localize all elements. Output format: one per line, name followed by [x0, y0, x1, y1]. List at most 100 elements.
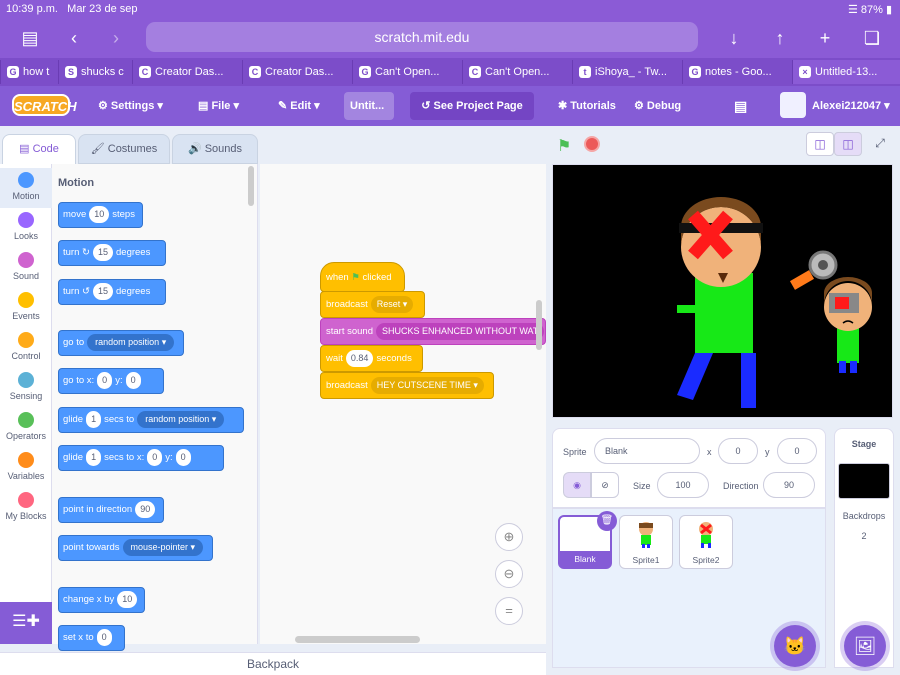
script-start-sound[interactable]: start sound SHUCKS ENHANCED WITHOUT WAT: [320, 318, 546, 345]
sprite-name-input[interactable]: Blank: [594, 438, 700, 464]
forward-icon[interactable]: ›: [104, 26, 128, 50]
choose-sprite-button[interactable]: 🐱: [774, 625, 816, 667]
script-wait[interactable]: wait 0.84 seconds: [320, 345, 423, 372]
category-control[interactable]: Control: [0, 328, 52, 368]
backdrop-thumbnail: [838, 463, 890, 499]
broadcast-message-dropdown[interactable]: HEY CUTSCENE TIME ▾: [370, 376, 484, 394]
category-my-blocks[interactable]: My Blocks: [0, 488, 52, 528]
script-broadcast-cutscene[interactable]: broadcast HEY CUTSCENE TIME ▾: [320, 372, 494, 399]
tab-sounds[interactable]: 🔊 Sounds: [172, 134, 258, 164]
fullscreen-icon[interactable]: ⤢: [866, 132, 894, 156]
block-glide-to[interactable]: glide 1 secs to random position ▾: [58, 407, 244, 433]
status-battery: ☰ 87% ▮: [847, 4, 892, 16]
backpack[interactable]: Backpack: [0, 652, 546, 675]
tab-favicon: S: [65, 66, 77, 78]
tab-code[interactable]: ▤ Code: [2, 134, 76, 166]
browser-tab[interactable]: G Can't Open...: [352, 60, 460, 84]
address-bar[interactable]: scratch.mit.edu: [146, 22, 698, 52]
browser-tab[interactable]: C Can't Open...: [462, 60, 570, 84]
palette-scrollbar[interactable]: [248, 166, 254, 206]
browser-tab[interactable]: t iShoya_ - Tw...: [572, 60, 680, 84]
delete-sprite-icon[interactable]: 🗑: [597, 511, 617, 531]
direction-input[interactable]: 90: [763, 472, 815, 498]
hide-sprite-eye-icon[interactable]: ⊘: [591, 472, 619, 498]
edit-menu[interactable]: ✎ Edit ▾: [278, 86, 320, 126]
browser-tab[interactable]: Sshucks c: [58, 60, 130, 84]
browser-tab[interactable]: C Creator Das...: [242, 60, 350, 84]
browser-tab[interactable]: C Creator Das...: [132, 60, 240, 84]
block-point-in-direction[interactable]: point in direction 90: [58, 497, 164, 523]
share-icon[interactable]: ↑: [768, 26, 792, 50]
script-hat-when-flag-clicked[interactable]: when ⚑ clicked: [320, 262, 405, 292]
stop-button[interactable]: [584, 136, 600, 152]
browser-tab[interactable]: Ghow t: [0, 60, 56, 84]
tabs-overview-icon[interactable]: ❏: [860, 26, 884, 50]
status-time: 10:39 p.m. Mar 23 de sep: [6, 3, 138, 15]
choose-backdrop-button[interactable]: 🖼: [844, 625, 886, 667]
block-glide-xy[interactable]: glide 1 secs to x: 0 y: 0: [58, 445, 224, 471]
project-title-input[interactable]: Untit...: [344, 92, 394, 120]
block-turn-right[interactable]: turn ↻ 15 degrees: [58, 240, 166, 266]
scratch-logo[interactable]: SCRATCH: [12, 94, 77, 116]
add-extension-button[interactable]: ☰✚: [0, 602, 52, 644]
rotate-left-icon: ↺: [82, 286, 90, 297]
category-motion[interactable]: Motion: [0, 168, 52, 208]
category-sensing[interactable]: Sensing: [0, 368, 52, 408]
stage-sprite-main-character: [677, 197, 763, 408]
x-input[interactable]: 0: [718, 438, 758, 464]
sidebar-icon[interactable]: ▤: [18, 26, 42, 50]
account-username[interactable]: Alexei212047 ▾: [812, 86, 890, 126]
browser-tab-active[interactable]: × Untitled-13...: [792, 60, 900, 84]
back-icon[interactable]: ‹: [62, 26, 86, 50]
y-input[interactable]: 0: [777, 438, 817, 464]
show-sprite-eye-icon[interactable]: ◉: [563, 472, 591, 498]
script-broadcast-reset[interactable]: broadcast Reset ▾: [320, 291, 425, 318]
green-flag-icon: ⚑: [351, 272, 360, 283]
stage-scene: [677, 197, 872, 408]
block-turn-left[interactable]: turn ↺ 15 degrees: [58, 279, 166, 305]
settings-menu[interactable]: ⚙ Settings ▾: [98, 86, 163, 126]
small-stage-button[interactable]: ◫: [806, 132, 834, 156]
block-point-towards[interactable]: point towards mouse-pointer ▾: [58, 535, 213, 561]
glide-target-dropdown[interactable]: random position ▾: [137, 410, 225, 428]
zoom-reset-button[interactable]: =: [495, 597, 523, 625]
size-input[interactable]: 100: [657, 472, 709, 498]
workspace-horizontal-scrollbar[interactable]: [295, 636, 420, 643]
green-flag-button[interactable]: ⚑: [557, 136, 571, 156]
category-events[interactable]: Events: [0, 288, 52, 328]
block-go-to-xy[interactable]: go to x: 0 y: 0: [58, 368, 164, 394]
goto-target-dropdown[interactable]: random position ▾: [87, 333, 175, 351]
broadcast-message-dropdown[interactable]: Reset ▾: [370, 295, 414, 313]
tab-costumes[interactable]: 🖌 Costumes: [78, 134, 170, 164]
new-tab-icon[interactable]: +: [813, 26, 837, 50]
sprite-tile-sprite1[interactable]: Sprite1: [619, 515, 673, 569]
point-towards-dropdown[interactable]: mouse-pointer ▾: [122, 538, 204, 556]
tutorials-button[interactable]: ✱ Tutorials: [558, 86, 616, 126]
tab-favicon: G: [689, 66, 701, 78]
category-variables[interactable]: Variables: [0, 448, 52, 488]
close-tab-icon[interactable]: ×: [799, 66, 811, 78]
category-sound[interactable]: Sound: [0, 248, 52, 288]
browser-tab[interactable]: Gnotes - Goo...: [682, 60, 790, 84]
avatar[interactable]: [780, 92, 806, 118]
file-menu[interactable]: ▤ File ▾: [198, 86, 239, 126]
debug-button[interactable]: ⚙ Debug: [634, 86, 681, 126]
category-operators[interactable]: Operators: [0, 408, 52, 448]
block-set-x[interactable]: set x to 0: [58, 625, 125, 651]
sprite-tile-sprite2[interactable]: Sprite2: [679, 515, 733, 569]
block-go-to[interactable]: go to random position ▾: [58, 330, 184, 356]
category-looks[interactable]: Looks: [0, 208, 52, 248]
workspace-scrollbar[interactable]: [536, 300, 542, 350]
my-stuff-icon[interactable]: ▤: [734, 86, 747, 126]
stage-canvas[interactable]: [552, 164, 893, 418]
palette-category-title: Motion: [58, 177, 95, 189]
zoom-out-button[interactable]: ⊖: [495, 560, 523, 588]
block-change-x[interactable]: change x by 10: [58, 587, 145, 613]
see-project-page-button[interactable]: ↺ See Project Page: [410, 92, 534, 120]
download-icon[interactable]: ↓: [722, 26, 746, 50]
status-bar: 10:39 p.m. Mar 23 de sep ☰ 87% ▮: [0, 0, 900, 18]
zoom-in-button[interactable]: ⊕: [495, 523, 523, 551]
sound-dropdown[interactable]: SHUCKS ENHANCED WITHOUT WAT: [376, 322, 545, 340]
block-move-steps[interactable]: move 10 steps: [58, 202, 143, 228]
normal-stage-button[interactable]: ◫: [834, 132, 862, 156]
